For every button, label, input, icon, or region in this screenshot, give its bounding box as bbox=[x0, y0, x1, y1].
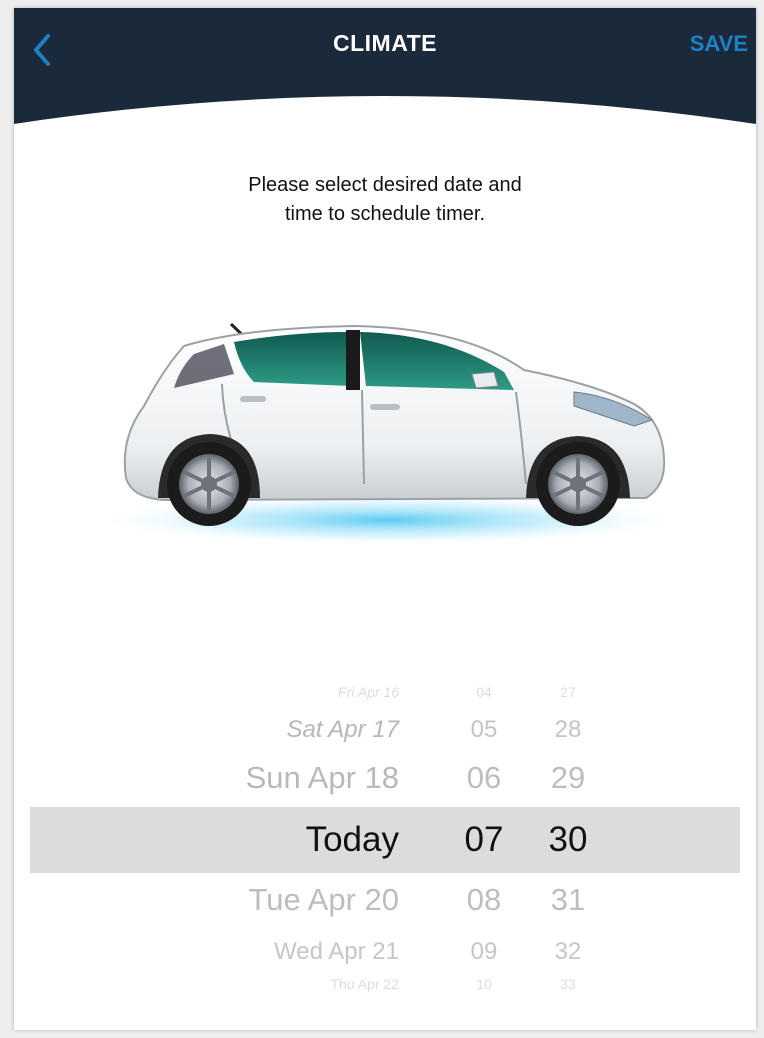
picker-hour: 05 bbox=[470, 716, 498, 743]
picker-hour-selected: 07 bbox=[464, 820, 504, 859]
picker-date: Wed Apr 21 bbox=[274, 938, 399, 965]
picker-row[interactable]: Wed Apr 21 09 32 bbox=[14, 938, 756, 968]
picker-date-selected: Today bbox=[305, 820, 399, 859]
car-illustration bbox=[89, 322, 689, 546]
picker-minute: 32 bbox=[554, 938, 582, 965]
screenshot-frame: CLIMATE SAVE Please select desired date … bbox=[0, 0, 764, 1038]
date-time-picker[interactable]: Fri Apr 16 04 27 Sat Apr 17 05 28 Sun Ap… bbox=[14, 680, 756, 1000]
picker-date: Sat Apr 17 bbox=[286, 716, 399, 743]
app-screen: CLIMATE SAVE Please select desired date … bbox=[14, 8, 756, 1030]
picker-hour: 08 bbox=[466, 882, 502, 917]
instruction-text: Please select desired date and time to s… bbox=[248, 174, 522, 225]
picker-row[interactable]: Tue Apr 20 08 31 bbox=[14, 882, 756, 922]
save-button[interactable]: SAVE bbox=[690, 31, 748, 57]
picker-minute: 31 bbox=[550, 882, 586, 917]
picker-date: Sun Apr 18 bbox=[245, 760, 399, 795]
header-background bbox=[14, 8, 756, 124]
picker-row-selected[interactable]: Today 07 30 bbox=[14, 820, 756, 864]
page-title: CLIMATE bbox=[332, 30, 437, 56]
picker-date: Fri Apr 16 bbox=[338, 684, 399, 700]
picker-minute: 33 bbox=[560, 976, 576, 992]
picker-date: Tue Apr 20 bbox=[248, 882, 399, 917]
picker-minute: 28 bbox=[554, 716, 582, 743]
picker-row[interactable]: Fri Apr 16 04 27 bbox=[14, 684, 756, 704]
picker-row[interactable]: Thu Apr 22 10 33 bbox=[14, 976, 756, 996]
picker-hour: 06 bbox=[466, 760, 502, 795]
picker-minute-selected: 30 bbox=[548, 820, 588, 859]
picker-row[interactable]: Sun Apr 18 06 29 bbox=[14, 760, 756, 800]
picker-date: Thu Apr 22 bbox=[330, 976, 400, 992]
picker-row[interactable]: Sat Apr 17 05 28 bbox=[14, 716, 756, 746]
picker-hour: 10 bbox=[476, 976, 492, 992]
picker-hour: 09 bbox=[470, 938, 498, 965]
car-image bbox=[74, 288, 694, 578]
header-bar: CLIMATE SAVE bbox=[14, 8, 756, 148]
picker-hour: 04 bbox=[476, 684, 492, 700]
picker-minute: 29 bbox=[550, 760, 586, 795]
picker-minute: 27 bbox=[560, 684, 576, 700]
